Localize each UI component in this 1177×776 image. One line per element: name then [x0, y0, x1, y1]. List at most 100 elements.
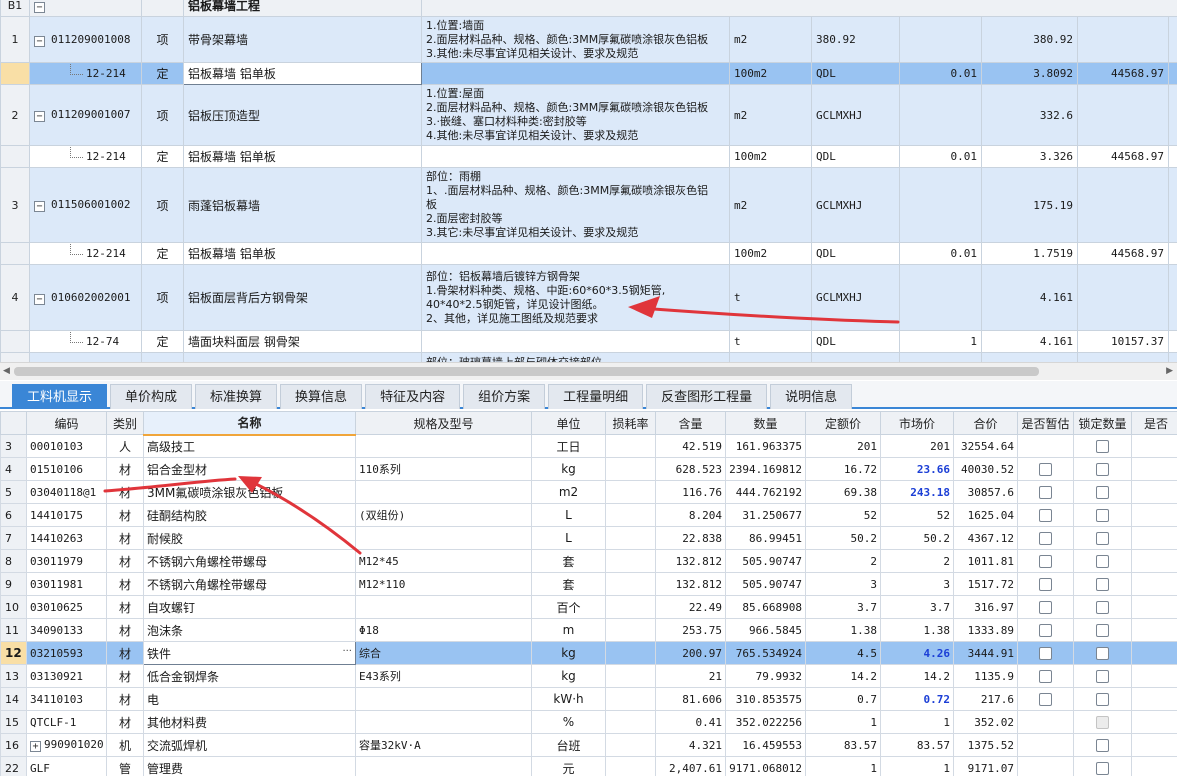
resource-row[interactable]: 8 03011979 材不锈钢六角螺栓带螺母 M12*45 套 132.812 505.90…: [0, 549, 1177, 573]
quantity-expression[interactable]: 380.92: [811, 16, 900, 63]
section-row[interactable]: B1 − 铝板幕墙工程: [0, 0, 1177, 17]
provisional-checkbox[interactable]: [1039, 647, 1052, 660]
resource-spec[interactable]: 容量32kV·A: [355, 733, 532, 757]
lock-qty-checkbox[interactable]: [1096, 532, 1109, 545]
resource-spec[interactable]: [355, 710, 532, 734]
item-features[interactable]: [421, 330, 730, 353]
resource-row[interactable]: 6 14410175 材硅酮结构胶 (双组份) L 8.204 31.250677 52 52 1…: [0, 503, 1177, 527]
resource-name[interactable]: 高级技工: [143, 434, 356, 458]
resource-name[interactable]: 低合金钢焊条: [143, 664, 356, 688]
resource-spec[interactable]: M12*45: [355, 549, 532, 573]
loss-rate[interactable]: [605, 687, 656, 711]
horizontal-scrollbar[interactable]: ◀ ▶: [0, 362, 1177, 380]
content[interactable]: 116.76: [655, 480, 726, 504]
item-features[interactable]: 1.位置:墙面 2.面层材料品种、规格、颜色:3MM厚氟碳喷涂银灰色铝板 3.其他:…: [421, 16, 730, 63]
tab-4[interactable]: 特征及内容: [365, 384, 461, 409]
item-name[interactable]: 铝板幕墙 铝单板: [183, 242, 422, 265]
provisional-checkbox[interactable]: [1039, 578, 1052, 591]
provisional-checkbox[interactable]: [1039, 693, 1052, 706]
resource-name[interactable]: 电: [143, 687, 356, 711]
loss-rate[interactable]: [605, 756, 656, 776]
resource-name[interactable]: 铁件 ···: [143, 641, 356, 665]
content[interactable]: 22.49: [655, 595, 726, 619]
quantity-expression[interactable]: GCLMXHJ: [811, 167, 900, 243]
lock-qty-checkbox[interactable]: [1096, 647, 1109, 660]
loss-rate[interactable]: [605, 733, 656, 757]
item-features[interactable]: 部位：玻璃幕墙上部与砌体交接部位: [421, 352, 730, 362]
content[interactable]: 42.519: [655, 434, 726, 458]
content[interactable]: 253.75: [655, 618, 726, 642]
resource-name[interactable]: 泡沫条: [143, 618, 356, 642]
item-code[interactable]: 12-214: [29, 145, 142, 168]
column-header[interactable]: [0, 411, 27, 435]
resource-grid[interactable]: 编码 类别 名称 规格及型号 单位 损耗率 含量 数量 定额价 市场价 合价 是否暂估 锁定数量 是否 3…: [0, 411, 1177, 776]
resource-code[interactable]: 03010625: [26, 595, 107, 619]
column-header[interactable]: 类别: [106, 411, 144, 435]
resource-spec[interactable]: Φ18: [355, 618, 532, 642]
resource-name[interactable]: 3MM氟碳喷涂银灰色铝板: [143, 480, 356, 504]
market-price[interactable]: 201: [880, 434, 954, 458]
lock-qty-checkbox[interactable]: [1096, 670, 1109, 683]
resource-row[interactable]: 10 03010625 材自攻螺钉 百个 22.49 85.668908 3.7 3.7 316…: [0, 595, 1177, 619]
item-features[interactable]: 部位：铝板幕墙后镀锌方钢骨架 1.骨架材料种类、规格、中距:60*60*3.5钢矩…: [421, 264, 730, 331]
lock-qty-checkbox[interactable]: [1096, 693, 1109, 706]
content[interactable]: 21: [655, 664, 726, 688]
lock-qty-checkbox[interactable]: [1096, 555, 1109, 568]
resource-spec[interactable]: [355, 595, 532, 619]
market-price[interactable]: 0.72: [880, 687, 954, 711]
resource-row[interactable]: 3 00010103 人高级技工 工日 42.519 161.963375 201 201 32…: [0, 434, 1177, 458]
resource-spec[interactable]: M12*110: [355, 572, 532, 596]
resource-code[interactable]: 00010103: [26, 434, 107, 458]
resource-spec[interactable]: [355, 526, 532, 550]
tab-5[interactable]: 组价方案: [463, 384, 546, 409]
provisional-checkbox[interactable]: [1039, 555, 1052, 568]
loss-rate[interactable]: [605, 641, 656, 665]
item-features[interactable]: 部位：雨棚 1、.面层材料品种、规格、颜色:3MM厚氟碳喷涂银灰色铝板 2.面层密封…: [421, 167, 730, 243]
resource-name[interactable]: 不锈钢六角螺栓带螺母: [143, 549, 356, 573]
scroll-right-icon[interactable]: ▶: [1166, 366, 1173, 376]
quantity-expression[interactable]: GCLMXHJ: [811, 84, 900, 146]
bill-item-row[interactable]: 3−011506001002 项雨蓬铝板幕墙 部位：雨棚 1、.面层材料品种、规格、颜…: [0, 167, 1177, 243]
tab-3[interactable]: 换算信息: [280, 384, 363, 409]
lock-qty-checkbox[interactable]: [1096, 601, 1109, 614]
tab-7[interactable]: 反查图形工程量: [646, 384, 768, 409]
market-price[interactable]: 3: [880, 572, 954, 596]
resource-name[interactable]: 铝合金型材: [143, 457, 356, 481]
quota-row[interactable]: 12-214 定铝板幕墙 铝单板 100m2 QDL 0.01 3.8092 44568.9…: [0, 62, 1177, 85]
scrollbar-thumb[interactable]: [14, 367, 1039, 376]
scroll-left-icon[interactable]: ◀: [3, 366, 10, 376]
resource-name[interactable]: 其他材料费: [143, 710, 356, 734]
content[interactable]: 4.321: [655, 733, 726, 757]
resource-spec[interactable]: [355, 434, 532, 458]
resource-name[interactable]: 管理费: [143, 756, 356, 776]
quota-row[interactable]: 12-214 定铝板幕墙 铝单板 100m2 QDL 0.01 3.326 44568.97: [0, 145, 1177, 168]
resource-spec[interactable]: 110系列: [355, 457, 532, 481]
item-features[interactable]: [421, 62, 730, 85]
column-header[interactable]: 含量: [655, 411, 726, 435]
item-name[interactable]: 雨蓬铝板幕墙: [183, 167, 422, 243]
resource-row[interactable]: 15 QTCLF-1 材其他材料费% 0.41 352.022256 1 1 352.02: [0, 710, 1177, 734]
resource-row[interactable]: 7 14410263 材耐候胶 L 22.838 86.99451 50.2 50.2 4367…: [0, 526, 1177, 550]
resource-name[interactable]: 交流弧焊机: [143, 733, 356, 757]
resource-row[interactable]: 5 03040118@1 材 3MM氟碳喷涂银灰色铝板 m2 116.76 444.7621…: [0, 480, 1177, 504]
market-price[interactable]: 243.18: [880, 480, 954, 504]
resource-spec[interactable]: 综合: [355, 641, 532, 665]
bill-item-row[interactable]: 2−011209001007 项铝板压顶造型 1.位置:屋面 2.面层材料品种、规格、…: [0, 84, 1177, 146]
provisional-checkbox[interactable]: [1039, 532, 1052, 545]
item-name[interactable]: 铝板幕墙 铝单板: [183, 145, 422, 168]
resource-row[interactable]: 22 GLF 管管理费元 2,407.61 9171.068012 1 1 9171.07: [0, 756, 1177, 776]
resource-code[interactable]: QTCLF-1: [26, 710, 107, 734]
market-price[interactable]: 23.66: [880, 457, 954, 481]
provisional-checkbox[interactable]: [1039, 624, 1052, 637]
resource-code[interactable]: 03011981: [26, 572, 107, 596]
provisional-checkbox[interactable]: [1039, 486, 1052, 499]
tab-2[interactable]: 标准换算: [195, 384, 278, 409]
resource-name[interactable]: 硅酮结构胶: [143, 503, 356, 527]
resource-spec[interactable]: [355, 480, 532, 504]
item-code[interactable]: 12-214: [29, 242, 142, 265]
resource-name[interactable]: 耐候胶: [143, 526, 356, 550]
resource-row[interactable]: 16 +990901020 机交流弧焊机 容量32kV·A 台班 4.321 16.4595…: [0, 733, 1177, 757]
expand-icon[interactable]: +: [30, 741, 41, 752]
content[interactable]: 22.838: [655, 526, 726, 550]
quantity-expression[interactable]: [811, 352, 900, 362]
